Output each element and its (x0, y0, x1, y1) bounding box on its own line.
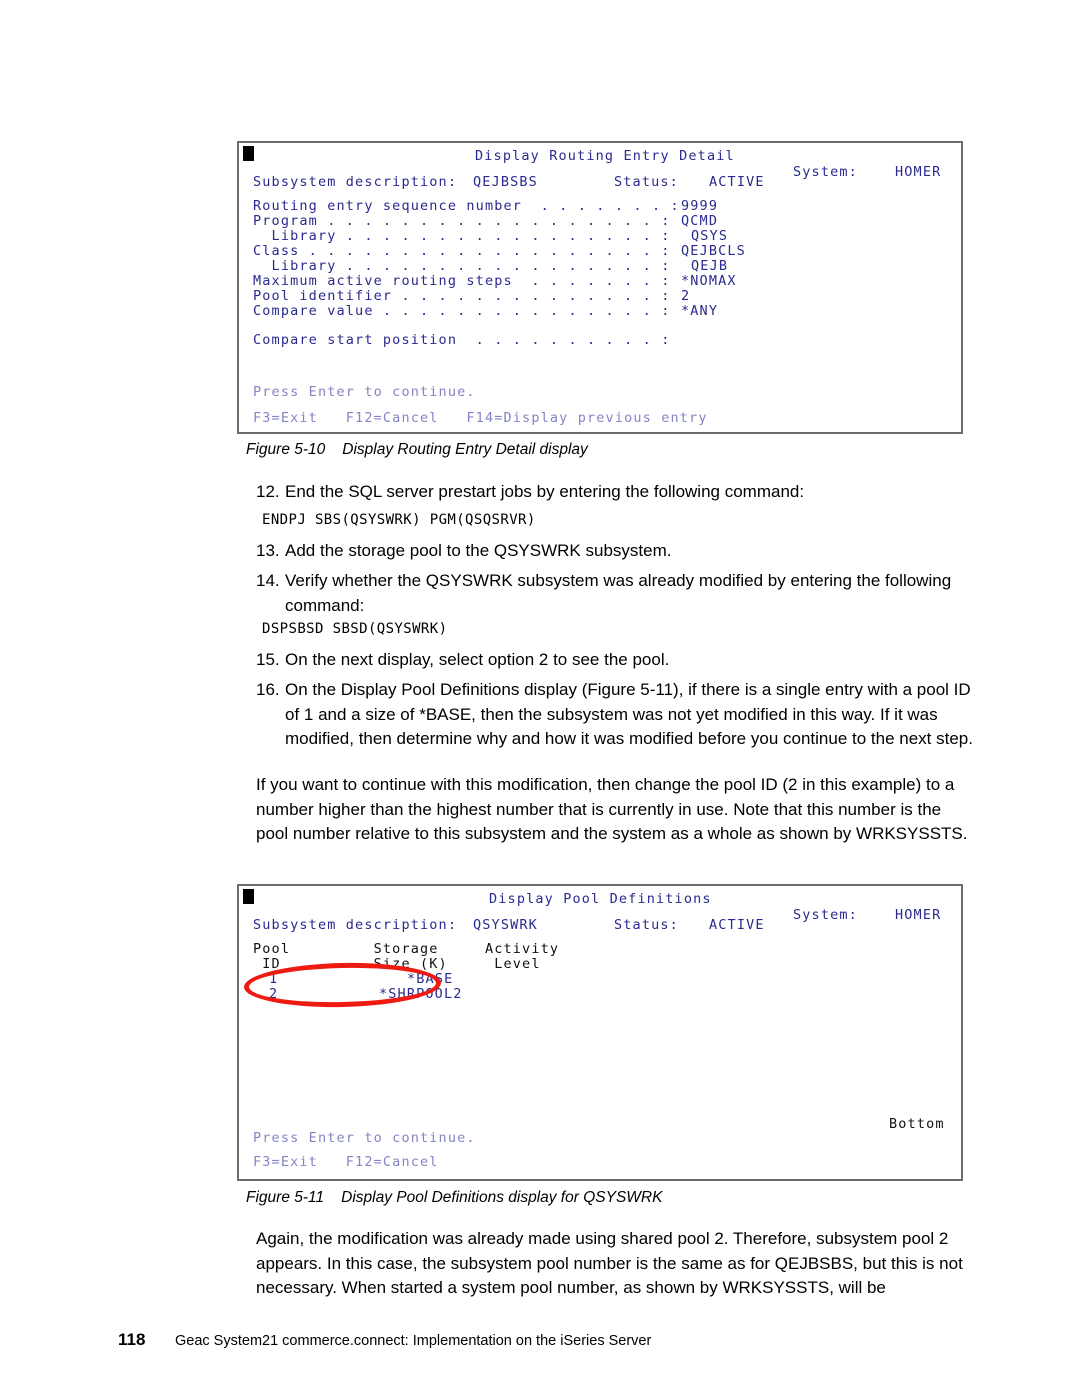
step-15-text: On the next display, select option 2 to … (285, 650, 670, 669)
status-value: ACTIVE (709, 174, 765, 190)
function-key-legend: F3=Exit F12=Cancel (253, 1154, 439, 1170)
step-14-number: 14. (256, 571, 280, 590)
terminal-display-routing-entry-detail: Display Routing Entry Detail System: HOM… (237, 141, 963, 434)
function-key-legend: F3=Exit F12=Cancel F14=Display previous … (253, 410, 708, 426)
step-16: 16. On the Display Pool Definitions disp… (256, 678, 974, 752)
system-value: HOMER (895, 164, 942, 180)
system-label: System: (793, 907, 858, 923)
step-12-text: End the SQL server prestart jobs by ente… (285, 482, 805, 501)
footer-page-number: 118 (118, 1330, 146, 1349)
figure-caption-5-10-number: Figure 5-10 (246, 441, 326, 458)
terminal-display-pool-definitions: Display Pool Definitions System: HOMER S… (237, 884, 963, 1181)
document-page: Display Routing Entry Detail System: HOM… (0, 0, 1080, 1397)
step-14-command: DSPSBSD SBSD(QSYSWRK) (262, 621, 448, 637)
field-label-max-active-routing-steps: Maximum active routing steps . . . . . .… (253, 273, 671, 289)
figure-caption-5-11-text: Display Pool Definitions display for QSY… (341, 1189, 663, 1206)
step-12-number: 12. (256, 482, 280, 501)
step-13-text: Add the storage pool to the QSYSWRK subs… (285, 541, 672, 560)
press-enter-message: Press Enter to continue. (253, 384, 476, 400)
field-label-class-library: Library . . . . . . . . . . . . . . . . … (253, 258, 671, 274)
figure-caption-5-11: Figure 5-11 Display Pool Definitions disp… (246, 1189, 662, 1207)
field-value-routing-sequence: 9999 (681, 198, 719, 214)
field-value-program-library: QSYS (691, 228, 729, 244)
field-label-class: Class . . . . . . . . . . . . . . . . . … (253, 243, 671, 259)
status-value: ACTIVE (709, 917, 765, 933)
step-12-command: ENDPJ SBS(QSYSWRK) PGM(QSQSRVR) (262, 512, 536, 528)
status-label: Status: (614, 917, 679, 933)
step-16-text: On the Display Pool Definitions display … (285, 680, 973, 748)
field-value-program: QCMD (681, 213, 719, 229)
field-label-routing-sequence: Routing entry sequence number . . . . . … (253, 198, 680, 214)
field-value-max-active-routing-steps: *NOMAX (681, 273, 737, 289)
field-label-compare-start-position: Compare start position . . . . . . . . .… (253, 332, 671, 348)
subsystem-description-value: QSYSWRK (473, 917, 538, 933)
system-label: System: (793, 164, 858, 180)
status-label: Status: (614, 174, 679, 190)
subsystem-description-label: Subsystem description: (253, 917, 458, 933)
page-footer: 118 Geac System21 commerce.connect: Impl… (118, 1330, 651, 1350)
footer-title: Geac System21 commerce.connect: Implemen… (175, 1333, 652, 1349)
figure-caption-5-11-number: Figure 5-11 (246, 1189, 325, 1206)
system-value: HOMER (895, 907, 942, 923)
screen-title: Display Pool Definitions (489, 891, 712, 907)
subsystem-description-value: QEJBSBS (473, 174, 538, 190)
terminal-cursor-block (243, 889, 254, 904)
field-value-pool-identifier: 2 (681, 288, 691, 304)
field-value-compare-value: *ANY (681, 303, 719, 319)
paragraph-after-step-16: If you want to continue with this modifi… (256, 775, 968, 843)
step-12: 12. End the SQL server prestart jobs by … (256, 480, 976, 505)
step-13: 13. Add the storage pool to the QSYSWRK … (256, 539, 976, 564)
step-16-number: 16. (256, 680, 280, 699)
field-label-program-library: Library . . . . . . . . . . . . . . . . … (253, 228, 671, 244)
terminal-cursor-block (243, 146, 254, 161)
figure-caption-5-10-text: Display Routing Entry Detail display (342, 441, 588, 458)
screen-title: Display Routing Entry Detail (475, 148, 735, 164)
table-header-line-1: Pool Storage Activity (253, 941, 560, 957)
paragraph-after-figure-5-11: Again, the modification was already made… (256, 1229, 963, 1297)
step-14-text: Verify whether the QSYSWRK subsystem was… (285, 571, 952, 615)
step-15: 15. On the next display, select option 2… (256, 648, 976, 673)
figure-caption-5-10: Figure 5-10 Display Routing Entry Detail … (246, 441, 588, 459)
field-label-compare-value: Compare value . . . . . . . . . . . . . … (253, 303, 671, 319)
field-label-program: Program . . . . . . . . . . . . . . . . … (253, 213, 671, 229)
step-14: 14. Verify whether the QSYSWRK subsystem… (256, 569, 974, 618)
press-enter-message: Press Enter to continue. (253, 1130, 476, 1146)
step-15-number: 15. (256, 650, 280, 669)
step-13-number: 13. (256, 541, 280, 560)
bottom-indicator: Bottom (889, 1116, 945, 1132)
subsystem-description-label: Subsystem description: (253, 174, 458, 190)
field-value-class: QEJBCLS (681, 243, 746, 259)
field-label-pool-identifier: Pool identifier . . . . . . . . . . . . … (253, 288, 671, 304)
field-value-class-library: QEJB (691, 258, 729, 274)
